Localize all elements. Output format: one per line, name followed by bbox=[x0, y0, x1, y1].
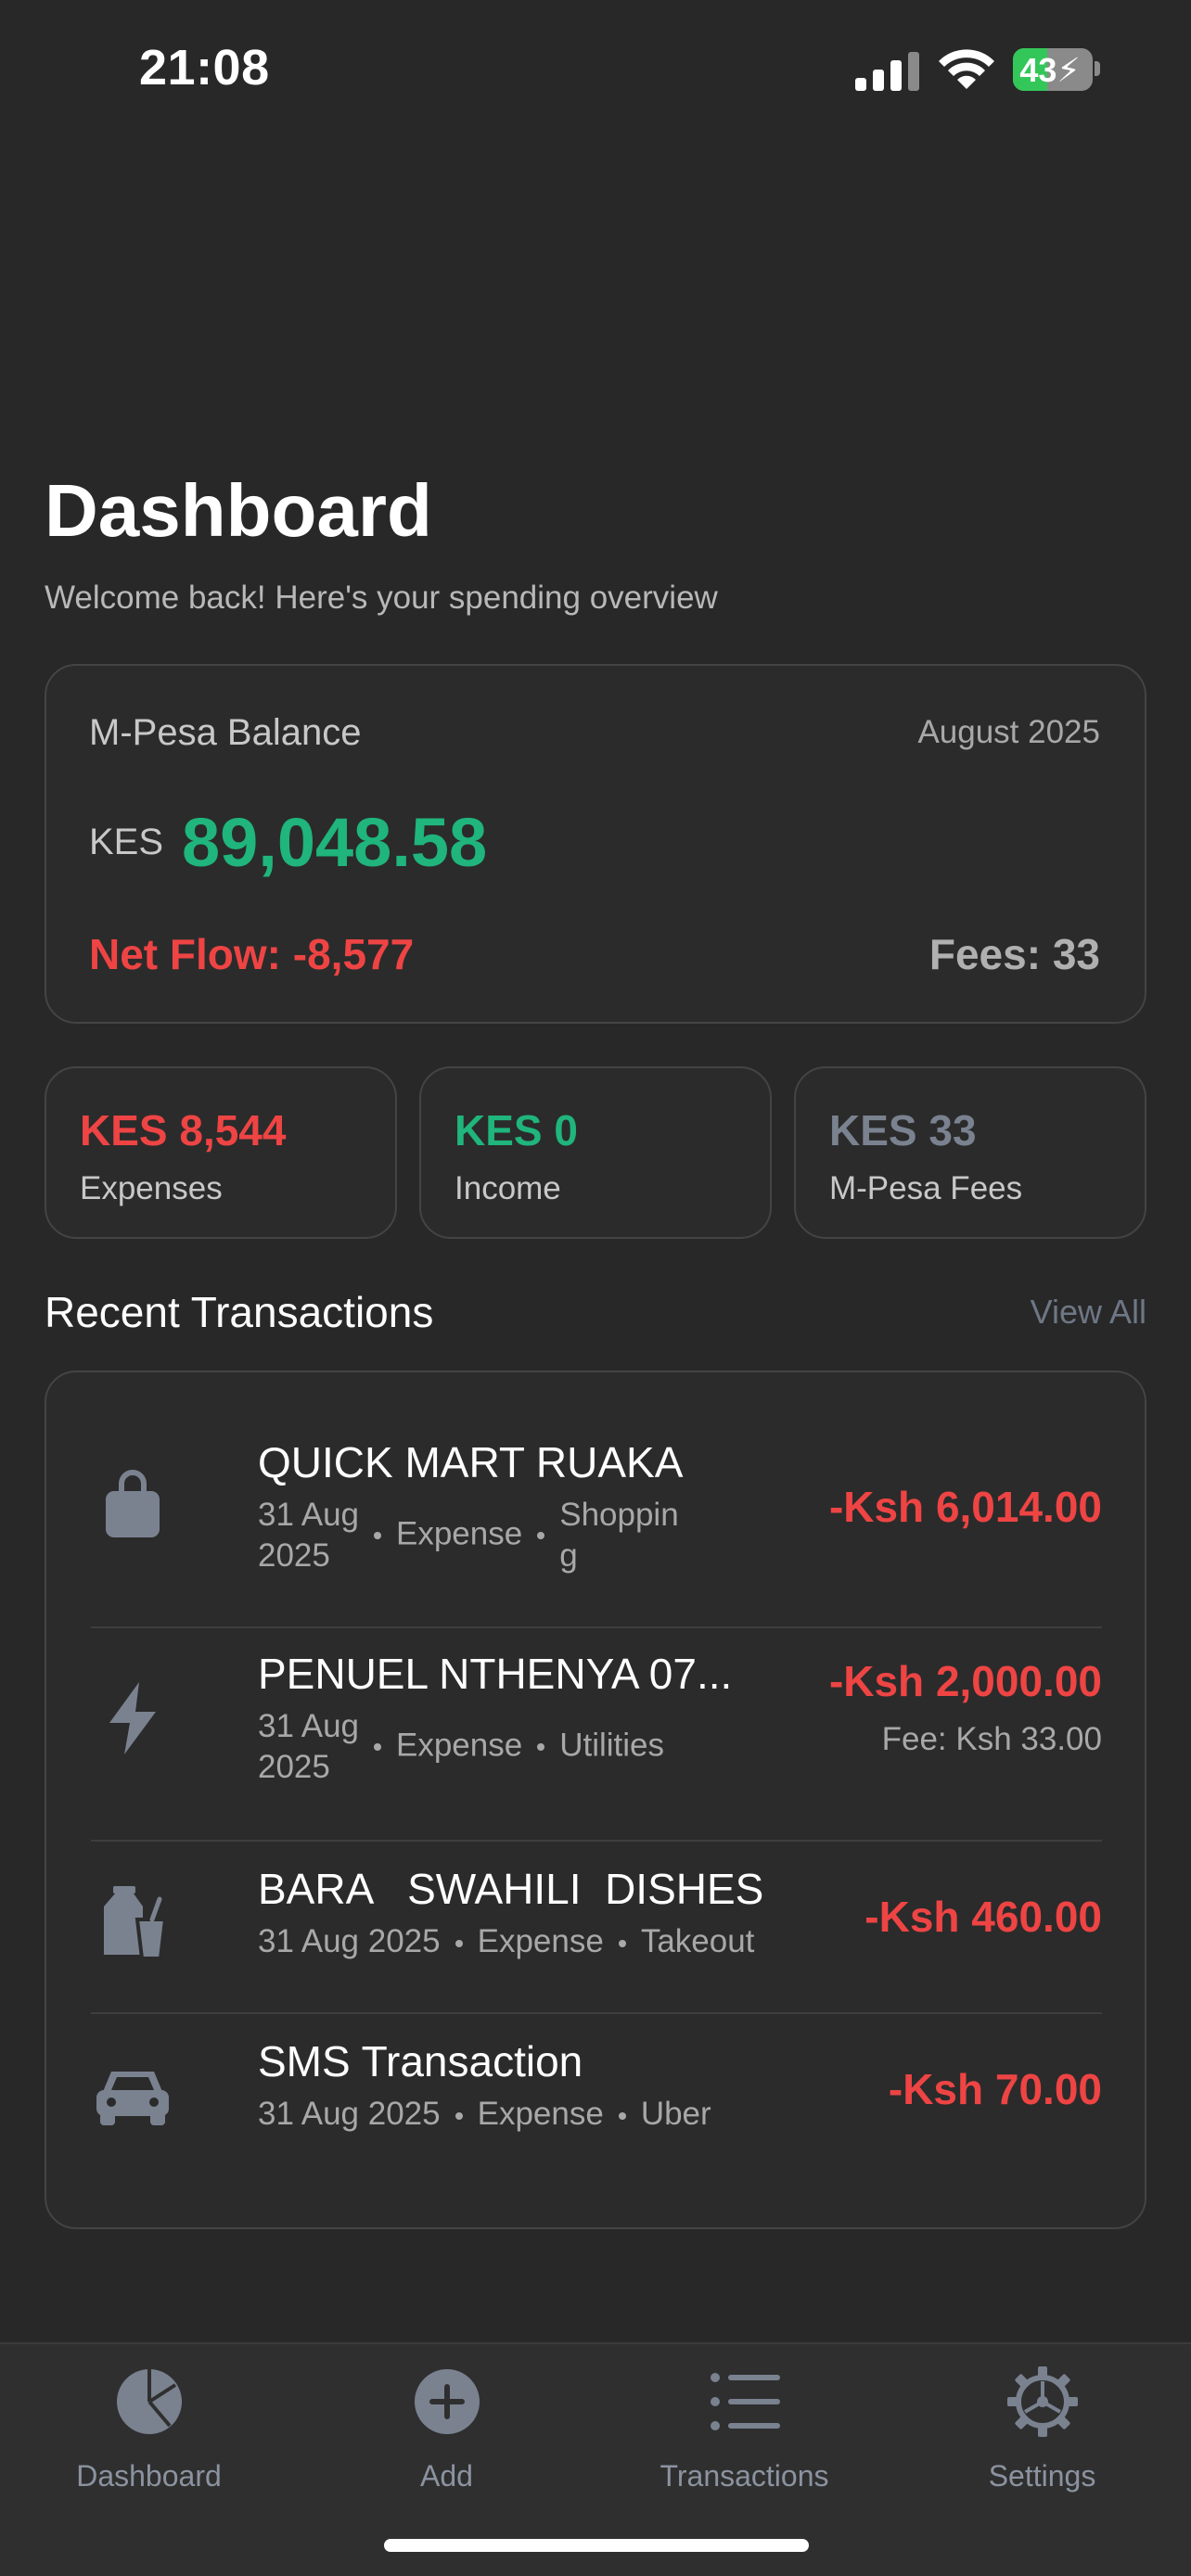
transaction-date: 31 Aug 2025 bbox=[258, 1923, 441, 1959]
gear-icon bbox=[1006, 2366, 1078, 2437]
transaction-name: PENUEL NTHENYA 07... bbox=[258, 1650, 733, 1698]
transaction-row[interactable]: SMS Transaction 31 Aug 2025 Expense Uber -… bbox=[91, 2036, 1102, 2157]
transaction-category: Takeout bbox=[640, 1923, 755, 1959]
transaction-category: Utilities bbox=[559, 1727, 665, 1764]
stat-label-fees: M-Pesa Fees bbox=[829, 1170, 1023, 1206]
transaction-category-cont: g bbox=[559, 1537, 578, 1574]
transaction-category: Uber bbox=[640, 2096, 711, 2132]
transaction-name: SMS Transaction bbox=[258, 2037, 583, 2085]
transaction-amount: -Ksh 460.00 bbox=[864, 1893, 1102, 1941]
net-flow: Net Flow: -8,577 bbox=[89, 930, 415, 978]
page-subtitle: Welcome back! Here's your spending overv… bbox=[45, 580, 718, 616]
transaction-meta: 31 Aug 2025 Expense Uber bbox=[258, 2096, 711, 2133]
home-indicator[interactable] bbox=[384, 2539, 809, 2552]
balance-amount: 89,048.58 bbox=[182, 804, 488, 881]
transaction-row[interactable]: QUICK MART RUAKA 31 Aug 2025 Expense Shoppi… bbox=[91, 1437, 1102, 1576]
transaction-meta: 31 Aug 2025 Expense Shoppin g bbox=[258, 1495, 679, 1576]
plus-circle-icon bbox=[414, 2369, 480, 2434]
transaction-row[interactable]: BARA SWAHILI DISHES 31 Aug 2025 Expense Ta… bbox=[91, 1864, 1102, 1984]
transaction-date: 31 Aug bbox=[258, 1708, 359, 1744]
tab-dashboard[interactable]: Dashboard bbox=[0, 2344, 298, 2530]
shopping-bag-icon bbox=[106, 1470, 160, 1537]
row-divider bbox=[91, 2012, 1102, 2014]
takeout-bag-icon bbox=[104, 1886, 168, 1960]
transaction-type: Expense bbox=[477, 1923, 604, 1959]
battery-level: 43 bbox=[1019, 51, 1057, 89]
stat-card-income[interactable]: KES 0 Income bbox=[419, 1066, 772, 1239]
transaction-type: Expense bbox=[396, 1515, 523, 1552]
transaction-category: Shoppin bbox=[559, 1497, 679, 1533]
page-title: Dashboard bbox=[45, 469, 432, 552]
transaction-date-year: 2025 bbox=[258, 1749, 330, 1785]
tab-label-add: Add bbox=[420, 2459, 473, 2493]
balance-label: M-Pesa Balance bbox=[89, 712, 362, 753]
transaction-name: BARA SWAHILI DISHES bbox=[258, 1865, 764, 1913]
row-divider bbox=[91, 1840, 1102, 1842]
transaction-amount: -Ksh 2,000.00 bbox=[828, 1657, 1102, 1705]
transaction-meta: 31 Aug 2025 Expense Utilities bbox=[258, 1706, 664, 1788]
list-icon bbox=[710, 2373, 780, 2430]
balance-period: August 2025 bbox=[917, 714, 1100, 750]
transaction-type: Expense bbox=[396, 1727, 523, 1764]
tab-label-dashboard: Dashboard bbox=[76, 2459, 222, 2493]
stat-card-fees[interactable]: KES 33 M-Pesa Fees bbox=[794, 1066, 1146, 1239]
tab-transactions[interactable]: Transactions bbox=[596, 2344, 893, 2530]
stat-label-expenses: Expenses bbox=[80, 1170, 223, 1206]
balance-card: M-Pesa Balance August 2025 KES 89,048.58… bbox=[45, 664, 1146, 1024]
stat-value-income: KES 0 bbox=[455, 1106, 578, 1154]
transactions-card: QUICK MART RUAKA 31 Aug 2025 Expense Shoppi… bbox=[45, 1371, 1146, 2229]
lightning-bolt-icon bbox=[109, 1682, 156, 1754]
battery-nub bbox=[1095, 61, 1100, 76]
car-icon bbox=[96, 2072, 169, 2125]
pie-chart-icon bbox=[116, 2369, 182, 2434]
stat-card-expenses[interactable]: KES 8,544 Expenses bbox=[45, 1066, 397, 1239]
stat-value-expenses: KES 8,544 bbox=[80, 1106, 287, 1154]
stat-label-income: Income bbox=[455, 1170, 561, 1206]
wifi-icon bbox=[939, 49, 994, 89]
transaction-meta: 31 Aug 2025 Expense Takeout bbox=[258, 1923, 754, 1960]
balance-currency: KES bbox=[89, 822, 164, 862]
battery-charging-icon: 43⚡ bbox=[1013, 48, 1093, 91]
row-divider bbox=[91, 1626, 1102, 1628]
transaction-fee: Fee: Ksh 33.00 bbox=[881, 1721, 1102, 1757]
transaction-amount: -Ksh 70.00 bbox=[888, 2065, 1102, 2113]
transaction-amount: -Ksh 6,014.00 bbox=[828, 1483, 1102, 1531]
signal-icon bbox=[855, 52, 919, 91]
transaction-date: 31 Aug bbox=[258, 1497, 359, 1533]
transaction-type: Expense bbox=[477, 2096, 604, 2132]
transaction-date: 31 Aug 2025 bbox=[258, 2096, 441, 2132]
transaction-row[interactable]: PENUEL NTHENYA 07... 31 Aug 2025 Expense Ut… bbox=[91, 1649, 1102, 1797]
transaction-date-year: 2025 bbox=[258, 1537, 330, 1574]
tab-add[interactable]: Add bbox=[298, 2344, 596, 2530]
tab-label-settings: Settings bbox=[988, 2459, 1096, 2493]
view-all-link[interactable]: View All bbox=[1031, 1293, 1146, 1332]
recent-transactions-title: Recent Transactions bbox=[45, 1288, 434, 1336]
tab-label-transactions: Transactions bbox=[660, 2459, 829, 2493]
tab-settings[interactable]: Settings bbox=[893, 2344, 1191, 2530]
stat-value-fees: KES 33 bbox=[829, 1106, 977, 1154]
transaction-name: QUICK MART RUAKA bbox=[258, 1438, 684, 1486]
status-time: 21:08 bbox=[139, 40, 270, 96]
fees-total: Fees: 33 bbox=[928, 930, 1100, 978]
